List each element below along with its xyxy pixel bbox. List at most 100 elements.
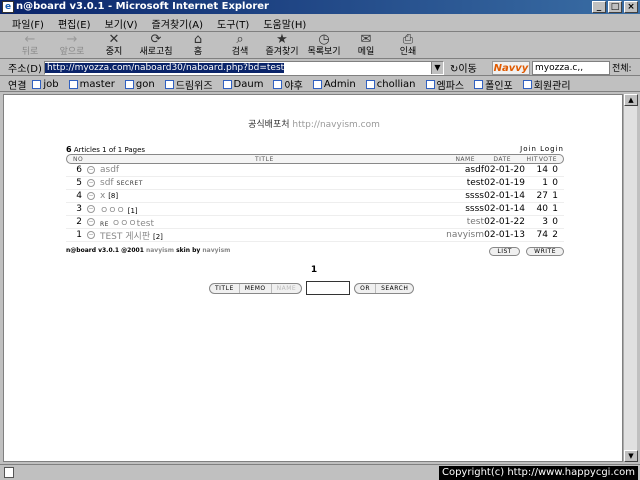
list-button[interactable]: LIST bbox=[489, 246, 520, 256]
toolbar-label: 즐겨찾기 bbox=[265, 47, 299, 57]
toolbar-button-1[interactable]: → 앞으로 bbox=[52, 32, 92, 58]
link-item[interactable]: 폴인포 bbox=[474, 77, 513, 92]
row-author[interactable]: ssss bbox=[465, 191, 484, 201]
search-title-toggle[interactable]: TITLE bbox=[210, 283, 240, 293]
menu-favorites[interactable]: 즐겨찾기(A) bbox=[152, 16, 203, 31]
row-title-cell[interactable]: x [8] bbox=[100, 191, 118, 201]
menu-file[interactable]: 파일(F) bbox=[12, 16, 44, 31]
minus-circle-icon: − bbox=[87, 179, 95, 187]
row-author[interactable]: test bbox=[467, 217, 484, 227]
toolbar-button-2[interactable]: ✕ 중지 bbox=[94, 33, 134, 58]
navvy-search-input[interactable]: myozza.c,, bbox=[532, 60, 610, 75]
minimize-button[interactable]: _ bbox=[592, 1, 606, 13]
page-number[interactable]: 1 bbox=[4, 265, 624, 275]
link-item[interactable]: chollian bbox=[365, 79, 416, 90]
link-item[interactable]: 드림위즈 bbox=[164, 77, 213, 92]
link-item[interactable]: 회원관리 bbox=[522, 77, 571, 92]
row-title-link[interactable]: sdf bbox=[100, 178, 114, 188]
link-item[interactable]: 야후 bbox=[273, 77, 303, 92]
row-title-cell[interactable]: TEST 게시판 [2] bbox=[100, 229, 163, 242]
link-item[interactable]: 엠파스 bbox=[425, 77, 464, 92]
go-button[interactable]: ↻이동 bbox=[450, 60, 488, 75]
site-url[interactable]: http://navyism.com bbox=[292, 120, 379, 130]
row-date: 02-01-13 bbox=[484, 230, 525, 240]
toolbar-icon: → bbox=[66, 32, 78, 47]
link-item[interactable]: Daum bbox=[222, 79, 263, 90]
toolbar-button-4[interactable]: ⌂ 홈 bbox=[178, 33, 218, 58]
row-title-link[interactable]: ㅇㅇㅇ bbox=[100, 206, 125, 216]
credit-prefix: n@board v3.0.1 @2001 bbox=[66, 246, 144, 254]
status-bar: Copyright(c) http://www.happycgi.com bbox=[0, 464, 640, 480]
table-row: 4− x [8] ssss 02-01-14 27 1 bbox=[66, 190, 564, 203]
toolbar-button-5[interactable]: ⌕ 검색 bbox=[220, 33, 260, 58]
toolbar-icon: ✉ bbox=[360, 32, 372, 47]
credit-navyism[interactable]: navyism bbox=[146, 247, 174, 254]
row-title-cell[interactable]: RE ㅇㅇㅇtest bbox=[100, 216, 154, 229]
row-votes: 0 bbox=[552, 217, 558, 227]
site-title-text: 공식배포처 bbox=[248, 120, 290, 130]
row-author[interactable]: navyism bbox=[446, 230, 484, 240]
link-item[interactable]: job bbox=[32, 79, 59, 90]
page-icon bbox=[522, 79, 532, 89]
toolbar-button-6[interactable]: ★ 즐겨찾기 bbox=[262, 33, 302, 58]
page-icon bbox=[68, 79, 78, 89]
row-title-cell[interactable]: asdf bbox=[100, 165, 119, 175]
navvy-logo[interactable]: Navvy bbox=[492, 60, 530, 75]
copyright-text: Copyright(c) http://www.happycgi.com bbox=[438, 466, 638, 480]
search-name-toggle[interactable]: NAME bbox=[272, 284, 302, 293]
vertical-scrollbar[interactable]: ▲ ▼ bbox=[623, 94, 638, 462]
menu-help[interactable]: 도움말(H) bbox=[263, 16, 306, 31]
navvy-all-label[interactable]: 전체: bbox=[612, 61, 632, 74]
row-title-link[interactable]: TEST 게시판 bbox=[100, 232, 150, 242]
minus-circle-icon: − bbox=[87, 205, 95, 213]
menu-edit[interactable]: 편집(E) bbox=[58, 16, 91, 31]
menu-tools[interactable]: 도구(T) bbox=[217, 16, 249, 31]
row-votes: 2 bbox=[552, 230, 558, 240]
search-buttons: OR SEARCH bbox=[354, 282, 415, 294]
row-votes: 0 bbox=[552, 165, 558, 175]
row-title-link[interactable]: x bbox=[100, 191, 105, 201]
search-memo-toggle[interactable]: MEMO bbox=[240, 283, 272, 293]
address-input[interactable]: http://myozza.com/naboard30/naboard.php?… bbox=[44, 60, 444, 75]
board-info: 6 Articles 1 of 1 Pages Join Login bbox=[66, 145, 564, 154]
row-author[interactable]: test bbox=[467, 178, 484, 188]
row-title-link[interactable]: asdf bbox=[100, 165, 119, 175]
join-login-link[interactable]: Join Login bbox=[520, 145, 564, 154]
toolbar-label: 앞으로 bbox=[59, 47, 85, 57]
menu-view[interactable]: 보기(V) bbox=[105, 16, 138, 31]
board: 6 Articles 1 of 1 Pages Join Login NO TI… bbox=[66, 145, 564, 256]
row-title-cell[interactable]: sdf SECRET bbox=[100, 178, 143, 188]
table-row: 6− asdf asdf 02-01-20 14 0 bbox=[66, 164, 564, 177]
toolbar-button-7[interactable]: ◷ 목록보기 bbox=[304, 33, 344, 58]
close-button[interactable]: × bbox=[624, 1, 638, 13]
search-input[interactable] bbox=[306, 281, 351, 295]
row-author[interactable]: ssss bbox=[465, 204, 484, 214]
search-button[interactable]: SEARCH bbox=[376, 284, 413, 293]
toolbar-button-8[interactable]: ✉ 메일 bbox=[346, 32, 386, 58]
minus-circle-icon: − bbox=[87, 166, 95, 174]
scroll-up-icon[interactable]: ▲ bbox=[624, 94, 638, 106]
table-row: 1− TEST 게시판 [2] navyism 02-01-13 74 2 bbox=[66, 229, 564, 242]
row-title-cell[interactable]: ㅇㅇㅇ [1] bbox=[100, 203, 138, 216]
row-hits: 3 bbox=[542, 217, 548, 227]
row-date: 02-01-20 bbox=[484, 165, 525, 175]
toolbar-button-9[interactable]: ⎙ 인쇄 bbox=[388, 33, 428, 58]
link-item[interactable]: master bbox=[68, 78, 115, 90]
row-hits: 1 bbox=[542, 178, 548, 188]
write-button[interactable]: WRITE bbox=[526, 246, 564, 256]
scroll-down-icon[interactable]: ▼ bbox=[624, 450, 638, 462]
chevron-down-icon[interactable]: ▼ bbox=[431, 61, 443, 74]
row-author[interactable]: asdf bbox=[465, 165, 484, 175]
row-title-link[interactable]: ㅇㅇㅇtest bbox=[112, 219, 154, 229]
link-label: master bbox=[79, 78, 115, 90]
links-label: 연결 bbox=[8, 80, 27, 92]
maximize-button[interactable]: □ bbox=[608, 1, 622, 13]
row-number: 5 bbox=[76, 178, 82, 188]
toolbar-button-3[interactable]: ⟳ 새로고침 bbox=[136, 33, 176, 58]
link-item[interactable]: Admin bbox=[312, 79, 356, 90]
credit-skin-author[interactable]: navyism bbox=[202, 247, 230, 254]
toolbar-button-0[interactable]: ← 뒤로 bbox=[10, 33, 50, 58]
or-button[interactable]: OR bbox=[355, 283, 377, 293]
address-value: http://myozza.com/naboard30/naboard.php?… bbox=[45, 62, 285, 73]
link-item[interactable]: gon bbox=[124, 79, 155, 90]
